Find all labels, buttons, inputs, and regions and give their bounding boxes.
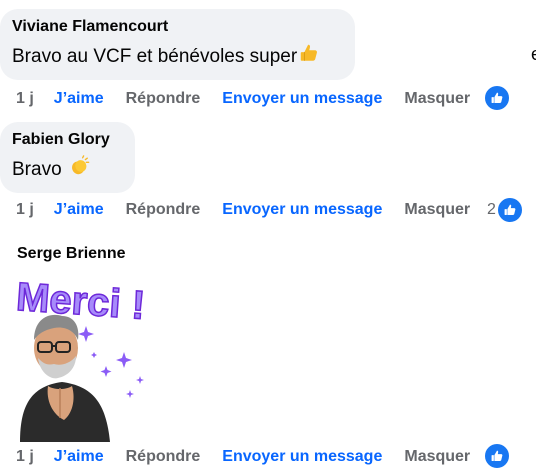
comment-actions: 1 j J’aime Répondre Envoyer un message M… — [16, 446, 470, 468]
comment-actions: 1 j J’aime Répondre Envoyer un message M… — [16, 199, 470, 221]
like-reaction-icon — [484, 443, 510, 469]
like-link[interactable]: J’aime — [54, 201, 104, 219]
comment-text: Bravo au VCF et bénévoles super — [12, 42, 343, 72]
comment-author[interactable]: Viviane Flamencourt — [12, 17, 343, 37]
comment-author[interactable]: Serge Brienne — [17, 244, 125, 264]
reply-link[interactable]: Répondre — [126, 90, 201, 108]
comment-actions: 1 j J’aime Répondre Envoyer un message M… — [16, 88, 470, 110]
reaction-count: 2 — [487, 201, 496, 218]
thank-you-sticker: Merci ! — [14, 274, 154, 442]
reply-link[interactable]: Répondre — [126, 448, 201, 466]
reaction-summary[interactable] — [484, 85, 510, 111]
like-link[interactable]: J’aime — [54, 90, 104, 108]
reaction-summary[interactable] — [484, 443, 510, 469]
comment-timestamp[interactable]: 1 j — [16, 90, 34, 108]
like-reaction-icon — [484, 85, 510, 111]
comment-text: Bravo — [12, 155, 123, 185]
send-message-link[interactable]: Envoyer un message — [222, 90, 382, 108]
like-link[interactable]: J’aime — [54, 448, 104, 466]
send-message-link[interactable]: Envoyer un message — [222, 448, 382, 466]
sticker-text: Merci ! — [15, 275, 147, 328]
comment-text-content: Bravo au VCF et bénévoles super — [12, 46, 298, 68]
comment-text-content: Bravo — [12, 159, 62, 181]
hide-link[interactable]: Masquer — [404, 90, 470, 108]
comment-timestamp[interactable]: 1 j — [16, 201, 34, 219]
reaction-summary[interactable]: 2 — [487, 197, 523, 223]
reply-link[interactable]: Répondre — [126, 201, 201, 219]
clipped-text: e — [531, 44, 536, 65]
comment-author[interactable]: Fabien Glory — [12, 130, 123, 150]
send-message-link[interactable]: Envoyer un message — [222, 201, 382, 219]
hide-link[interactable]: Masquer — [404, 201, 470, 219]
like-reaction-icon — [496, 197, 523, 223]
comment-bubble: Viviane Flamencourt Bravo au VCF et béné… — [0, 9, 355, 80]
comment-timestamp[interactable]: 1 j — [16, 448, 34, 466]
thumbs-up-icon — [298, 42, 320, 72]
hide-link[interactable]: Masquer — [404, 448, 470, 466]
clapping-hands-icon — [68, 155, 90, 185]
comment-bubble: Fabien Glory Bravo — [0, 122, 135, 193]
